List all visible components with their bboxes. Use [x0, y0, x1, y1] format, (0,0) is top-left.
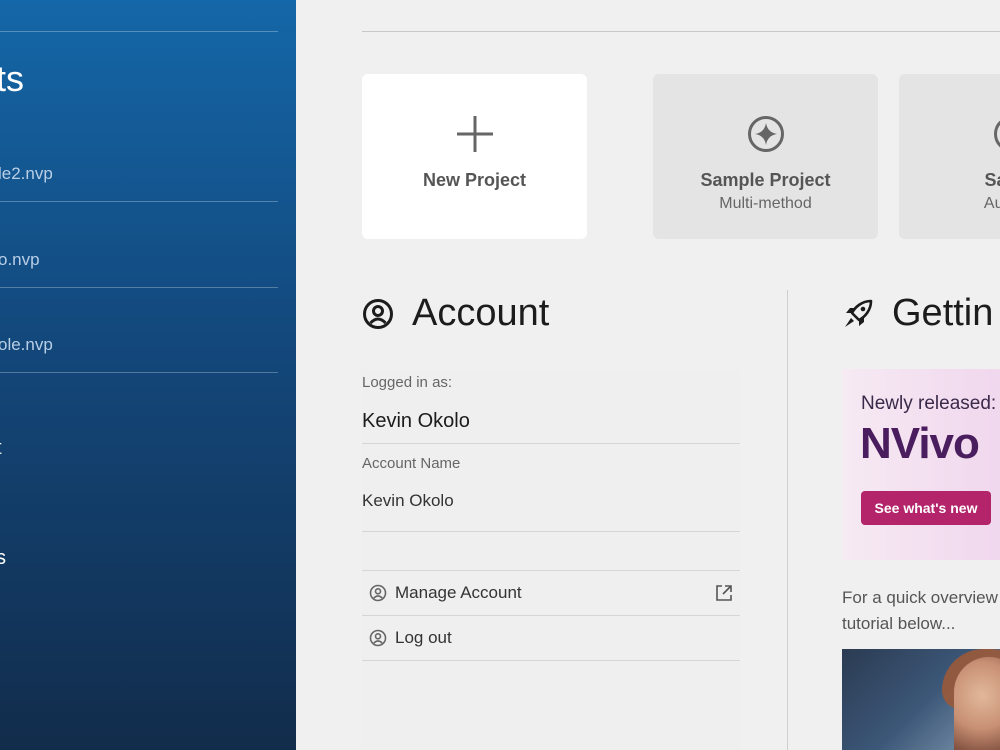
recent-file-item[interactable]: le2.nvp — [0, 164, 53, 184]
account-heading-text: Account — [412, 292, 550, 334]
account-name-value: Kevin Okolo — [362, 491, 454, 510]
logged-in-label: Logged in as: — [362, 374, 453, 391]
new-project-card[interactable]: New Project — [362, 74, 587, 239]
manage-account-button[interactable]: Manage Account — [362, 571, 740, 615]
overview-text: For a quick overview tutorial below... — [842, 588, 998, 633]
sparkle-icon — [747, 116, 784, 152]
plus-icon — [456, 116, 493, 152]
divider — [362, 660, 740, 661]
sidebar-divider — [0, 201, 278, 202]
user-circle-icon — [363, 298, 393, 329]
card-subtitle: Multi-method — [719, 195, 812, 212]
tutorial-video-thumbnail[interactable] — [842, 649, 1000, 750]
getting-started-heading: Gettin — [842, 292, 993, 335]
log-out-label: Log out — [395, 628, 452, 647]
user-circle-icon — [369, 629, 387, 647]
getting-started-heading-text: Gettin — [892, 292, 994, 334]
external-link-icon — [714, 583, 734, 608]
recent-file-item[interactable]: ole.nvp — [0, 335, 53, 355]
manage-account-label: Manage Account — [395, 583, 522, 602]
card-title: Sampl — [984, 170, 1000, 190]
user-name: Kevin Okolo — [362, 410, 470, 432]
sample-project-card[interactable]: Sample Project Multi-method — [653, 74, 878, 239]
divider — [362, 531, 740, 532]
account-name-label: Account Name — [362, 455, 461, 472]
account-heading: Account — [362, 292, 549, 335]
sidebar-link[interactable]: t — [0, 437, 2, 460]
video-person-face — [954, 657, 1000, 750]
main-content: New Project Sample Project Multi-method … — [296, 0, 1000, 750]
sidebar-title: ts — [0, 58, 25, 99]
divider — [362, 443, 740, 444]
section-divider — [787, 290, 788, 750]
sidebar-link[interactable]: s — [0, 547, 6, 570]
card-title: New Project — [422, 170, 527, 190]
top-divider — [362, 31, 1000, 32]
user-circle-icon — [369, 584, 387, 602]
banner-prefix: Newly released: — [861, 393, 997, 414]
sidebar-divider — [0, 372, 278, 373]
sample-project-card-2[interactable]: Sampl Automa — [899, 74, 1000, 239]
promo-banner[interactable]: Newly released: NVivo See what's new — [842, 369, 1000, 560]
nvivo-logo: NVivo — [860, 419, 980, 468]
circle-icon — [993, 120, 1000, 148]
sidebar: ts le2.nvp o.nvp ole.nvp t s — [0, 0, 296, 750]
card-title: Sample Project — [700, 170, 831, 190]
log-out-button[interactable]: Log out — [362, 616, 740, 660]
card-subtitle: Automa — [983, 195, 1000, 212]
see-whats-new-button[interactable]: See what's new — [861, 491, 991, 525]
recent-file-item[interactable]: o.nvp — [0, 250, 40, 270]
sidebar-divider — [0, 287, 278, 288]
sidebar-divider — [0, 31, 278, 32]
rocket-icon — [845, 299, 873, 327]
